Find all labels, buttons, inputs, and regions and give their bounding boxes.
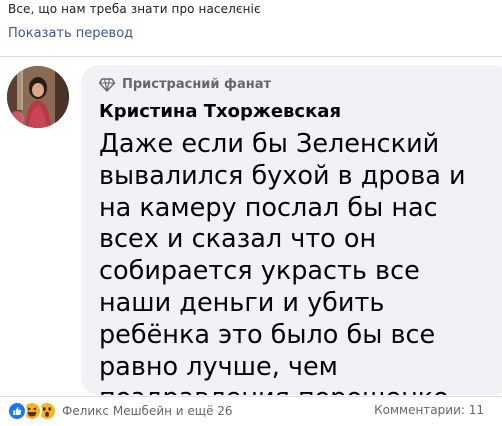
like-icon: [7, 401, 27, 421]
badge-label: Пристрасний фанат: [122, 77, 272, 92]
comments-count[interactable]: Комментарии: 11: [374, 403, 484, 417]
comment-author[interactable]: Кристина Тхоржевская: [99, 101, 341, 122]
comment-text: Даже если бы Зеленский вывалился бухой в…: [99, 129, 466, 395]
fan-badge: Пристрасний фанат: [99, 77, 271, 92]
diamond-icon: [99, 77, 115, 92]
divider: [0, 396, 502, 397]
avatar[interactable]: [7, 66, 69, 128]
comment-bubble: Пристрасний фанат Кристина Тхоржевская Д…: [81, 65, 502, 395]
divider: [0, 56, 502, 57]
show-translation-link[interactable]: Показать перевод: [8, 26, 133, 41]
reactors-text[interactable]: Феликс Мешбейн и ещё 26: [62, 404, 233, 418]
post-text: Все, що нам треба знати про населєніє: [8, 2, 261, 16]
reactions-summary[interactable]: Феликс Мешбейн и ещё 26: [7, 401, 233, 421]
